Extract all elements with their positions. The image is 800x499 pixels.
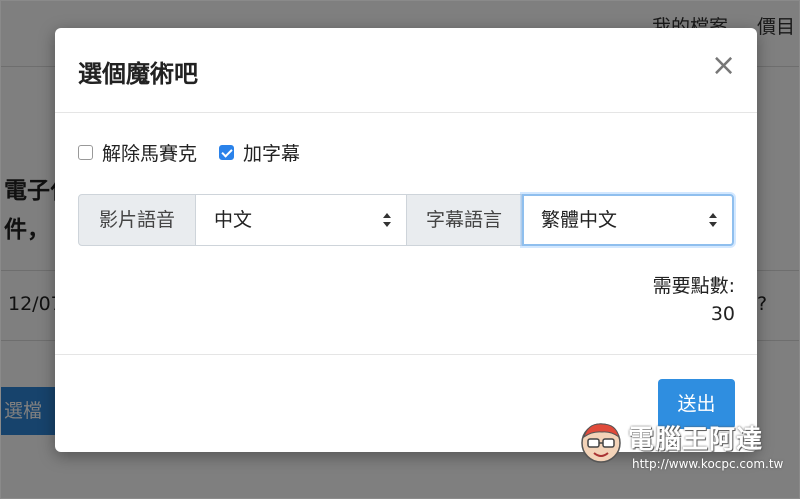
audio-language-value: 中文 (214, 209, 253, 231)
checkbox-unchecked-icon[interactable] (78, 144, 93, 160)
select-arrows-icon (383, 213, 391, 227)
magic-modal: 選個魔術吧 × 解除馬賽克 加字幕 影片語音 中文 字幕語言 繁體中文 需要點數… (55, 28, 757, 452)
mascot-face-icon (581, 423, 621, 463)
watermark-name: 電腦王阿達 (628, 425, 764, 455)
close-icon[interactable]: × (711, 50, 736, 82)
modal-title: 選個魔術吧 (78, 60, 198, 88)
language-input-group: 影片語音 中文 字幕語言 繁體中文 (78, 194, 734, 246)
subtitle-language-label: 字幕語言 (407, 194, 522, 246)
page: 我的檔案 價目 電子化 件， 12/07 ? 選檔案 選個魔術吧 × 解除馬賽克… (0, 0, 800, 499)
points-required-label: 需要點數: (652, 275, 735, 297)
watermark-url: http://www.kocpc.com.tw (632, 457, 784, 471)
modal-header: 選個魔術吧 × (55, 28, 757, 113)
audio-language-label: 影片語音 (78, 194, 196, 246)
select-arrows-icon (709, 213, 717, 227)
subtitle-language-value: 繁體中文 (541, 209, 618, 231)
remove-mosaic-checkbox[interactable]: 解除馬賽克 (78, 139, 197, 166)
add-subtitle-label: 加字幕 (243, 142, 301, 165)
checkbox-checked-icon[interactable] (219, 144, 235, 160)
watermark: 電腦王阿達 http://www.kocpc.com.tw (578, 417, 783, 479)
add-subtitle-checkbox[interactable]: 加字幕 (219, 139, 300, 166)
subtitle-language-select[interactable]: 繁體中文 (522, 194, 734, 246)
remove-mosaic-label: 解除馬賽克 (102, 142, 198, 165)
options-group: 解除馬賽克 加字幕 (78, 139, 322, 165)
points-required-value: 30 (710, 303, 735, 325)
audio-language-select[interactable]: 中文 (196, 194, 407, 246)
